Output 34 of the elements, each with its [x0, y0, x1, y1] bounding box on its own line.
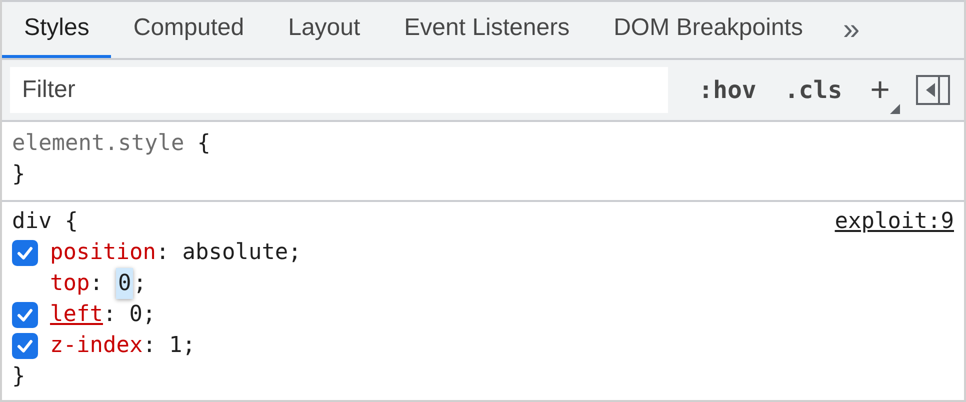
source-link[interactable]: exploit:9 [834, 206, 954, 237]
checkbox[interactable] [12, 302, 38, 328]
tab[interactable]: Computed [111, 0, 266, 58]
selector: element.style [12, 130, 184, 158]
property-value: 0; [129, 301, 156, 329]
filter-field[interactable]: Filter [10, 67, 668, 113]
new-rule-button[interactable]: + [858, 64, 902, 116]
value-editor[interactable]: 0 [116, 268, 134, 299]
colon: : [142, 332, 156, 360]
toolbar-button[interactable]: .cls [772, 72, 854, 108]
toolbar-button[interactable]: :hov [686, 72, 768, 108]
tab[interactable]: Event Listeners [382, 0, 592, 58]
sidebar-toggle-icon[interactable] [916, 75, 950, 105]
checkbox[interactable] [12, 332, 38, 358]
property-name: top [50, 270, 90, 298]
tab[interactable]: DOM Breakpoints [592, 0, 825, 58]
colon: : [102, 301, 116, 329]
property-name[interactable]: left [50, 299, 103, 330]
brace: } [12, 363, 26, 391]
tab[interactable]: Layout [266, 0, 382, 58]
brace: { [197, 130, 210, 158]
property-name: position [50, 239, 156, 267]
property-value: absolute; [182, 239, 302, 267]
checkbox[interactable] [12, 240, 38, 266]
colon: : [90, 270, 103, 298]
property-value: 1; [168, 332, 196, 360]
property-name: z-index [50, 332, 143, 360]
brace: } [12, 161, 26, 189]
semicolon: ; [133, 270, 146, 298]
colon: : [156, 239, 170, 267]
brace: { [64, 208, 78, 236]
dropdown-corner-icon [890, 104, 900, 114]
selector: div [12, 208, 52, 236]
more-tabs-button[interactable]: » [824, 0, 878, 58]
